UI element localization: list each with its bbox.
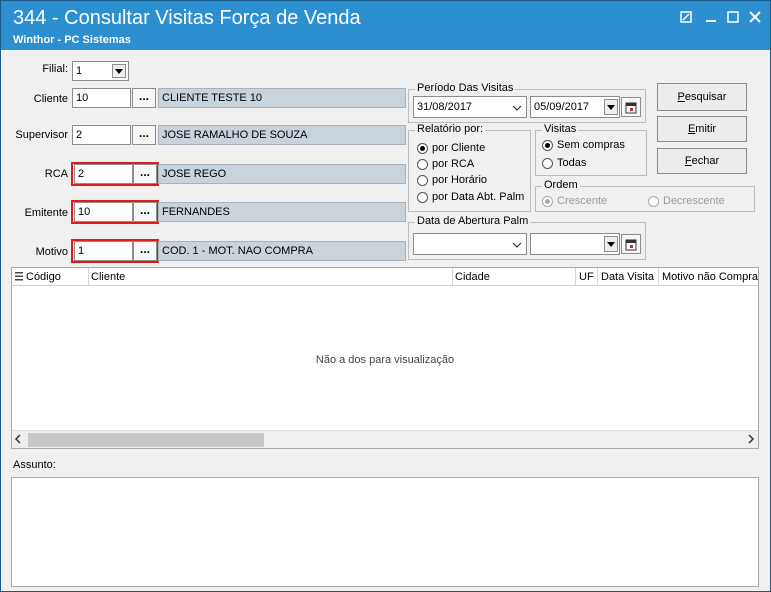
motivo-lookup-button[interactable]: ... [133, 241, 157, 261]
maximize-icon[interactable] [724, 9, 742, 25]
radio-selected-icon [542, 195, 553, 207]
ordem-title: Ordem [542, 179, 580, 191]
visitas-title: Visitas [542, 123, 579, 135]
button-accel: P [677, 91, 685, 103]
grid-header: Código Cliente Cidade UF Data Visita Mot… [12, 268, 758, 286]
emitente-code-input[interactable]: 10 [74, 202, 133, 222]
motivo-code-input[interactable]: 1 [74, 241, 133, 261]
radio-label: por RCA [432, 158, 475, 170]
radio-por-horario[interactable]: por Horário [417, 174, 487, 186]
radio-label: Decrescente [663, 195, 725, 207]
title-bar[interactable]: 344 - Consultar Visitas Força de Venda W… [1, 1, 770, 50]
results-grid[interactable]: Código Cliente Cidade UF Data Visita Mot… [11, 267, 759, 449]
column-uf[interactable]: UF [579, 271, 594, 283]
radio-label: por Data Abt. Palm [432, 191, 525, 203]
radio-crescente[interactable]: Crescente [542, 195, 607, 207]
emitir-button[interactable]: Emitir [657, 116, 747, 142]
motivo-label: Motivo [35, 246, 68, 258]
window-title: 344 - Consultar Visitas Força de Venda [13, 7, 361, 29]
supervisor-lookup-button[interactable]: ... [132, 125, 156, 145]
assunto-label: Assunto: [13, 459, 56, 471]
minimize-icon[interactable] [702, 9, 720, 25]
column-cidade[interactable]: Cidade [455, 271, 490, 283]
column-cliente[interactable]: Cliente [91, 271, 125, 283]
radio-decrescente[interactable]: Decrescente [648, 195, 725, 207]
radio-selected-icon [417, 142, 428, 154]
chevron-down-icon[interactable] [512, 239, 522, 251]
radio-icon [417, 158, 428, 170]
column-chooser-icon[interactable] [15, 272, 23, 284]
radio-por-data-abt-palm[interactable]: por Data Abt. Palm [417, 191, 524, 203]
column-motivo-nao-compra[interactable]: Motivo não Compra [662, 271, 758, 283]
radio-por-rca[interactable]: por RCA [417, 158, 474, 170]
radio-icon [417, 191, 428, 203]
button-label: esquisar [684, 91, 727, 103]
chevron-right-icon[interactable] [747, 434, 755, 447]
radio-icon [648, 195, 659, 207]
filial-value: 1 [76, 65, 83, 77]
chevron-down-icon[interactable] [512, 102, 522, 114]
fechar-button[interactable]: Fechar [657, 148, 747, 174]
periodo-end-value: 05/09/2017 [534, 101, 590, 113]
relatorio-title: Relatório por: [415, 123, 486, 135]
rca-lookup-button[interactable]: ... [133, 164, 157, 184]
filial-select[interactable]: 1 [72, 61, 129, 81]
motivo-desc: COD. 1 - MOT. NAO COMPRA [158, 241, 406, 261]
radio-label: por Horário [432, 174, 488, 186]
scrollbar-thumb[interactable] [28, 433, 264, 447]
chevron-down-icon[interactable] [112, 64, 126, 78]
form-area: Filial: 1 Cliente 10 ... CLIENTE TESTE 1… [6, 50, 768, 589]
grid-empty-message: Não a dos para visualização [315, 354, 455, 366]
radio-label: por Cliente [432, 142, 486, 154]
abertura-start-input[interactable] [413, 233, 527, 255]
restore-icon[interactable] [677, 9, 695, 25]
chevron-down-icon[interactable] [604, 236, 618, 252]
main-window: 344 - Consultar Visitas Força de Venda W… [0, 0, 771, 592]
cliente-code-input[interactable]: 10 [72, 88, 131, 108]
rca-desc: JOSE REGO [158, 164, 406, 184]
periodo-start-value: 31/08/2017 [417, 101, 473, 113]
abertura-title: Data de Abertura Palm [415, 215, 531, 227]
radio-todas[interactable]: Todas [542, 157, 586, 169]
emitente-lookup-button[interactable]: ... [133, 202, 157, 222]
calendar-icon[interactable] [621, 97, 641, 117]
radio-label: Crescente [557, 195, 608, 207]
column-codigo[interactable]: Código [26, 271, 61, 283]
radio-label: Todas [557, 157, 587, 169]
radio-label: Sem compras [557, 139, 625, 151]
assunto-textarea[interactable] [11, 477, 759, 587]
filial-label: Filial: [42, 63, 68, 75]
periodo-start-input[interactable]: 31/08/2017 [413, 96, 527, 118]
horizontal-scrollbar[interactable] [12, 430, 758, 448]
column-data-visita[interactable]: Data Visita [601, 271, 654, 283]
window-subtitle: Winthor - PC Sistemas [13, 34, 131, 46]
cliente-lookup-button[interactable]: ... [132, 88, 156, 108]
emitente-desc: FERNANDES [158, 202, 406, 222]
pesquisar-button[interactable]: Pesquisar [657, 83, 747, 111]
button-label: mitir [695, 123, 717, 135]
radio-sem-compras[interactable]: Sem compras [542, 139, 625, 151]
periodo-end-input[interactable]: 05/09/2017 [530, 96, 620, 118]
chevron-left-icon[interactable] [14, 434, 22, 447]
supervisor-label: Supervisor [15, 129, 68, 141]
abertura-end-input[interactable] [530, 233, 620, 255]
emitente-label: Emitente [24, 207, 68, 219]
rca-code-input[interactable]: 2 [74, 164, 133, 184]
button-accel: F [684, 155, 692, 167]
radio-icon [542, 157, 553, 169]
radio-por-cliente[interactable]: por Cliente [417, 142, 485, 154]
radio-selected-icon [542, 139, 553, 151]
supervisor-code-input[interactable]: 2 [72, 125, 131, 145]
calendar-icon[interactable] [621, 234, 641, 254]
cliente-desc: CLIENTE TESTE 10 [158, 88, 406, 108]
cliente-label: Cliente [33, 93, 68, 105]
visitas-group: Visitas [535, 123, 647, 176]
chevron-down-icon[interactable] [604, 99, 618, 115]
button-label: echar [691, 155, 720, 167]
rca-label: RCA [44, 168, 68, 180]
radio-icon [417, 174, 428, 186]
close-icon[interactable] [746, 9, 764, 25]
supervisor-desc: JOSE RAMALHO DE SOUZA [158, 125, 406, 145]
periodo-title: Período Das Visitas [415, 82, 516, 94]
